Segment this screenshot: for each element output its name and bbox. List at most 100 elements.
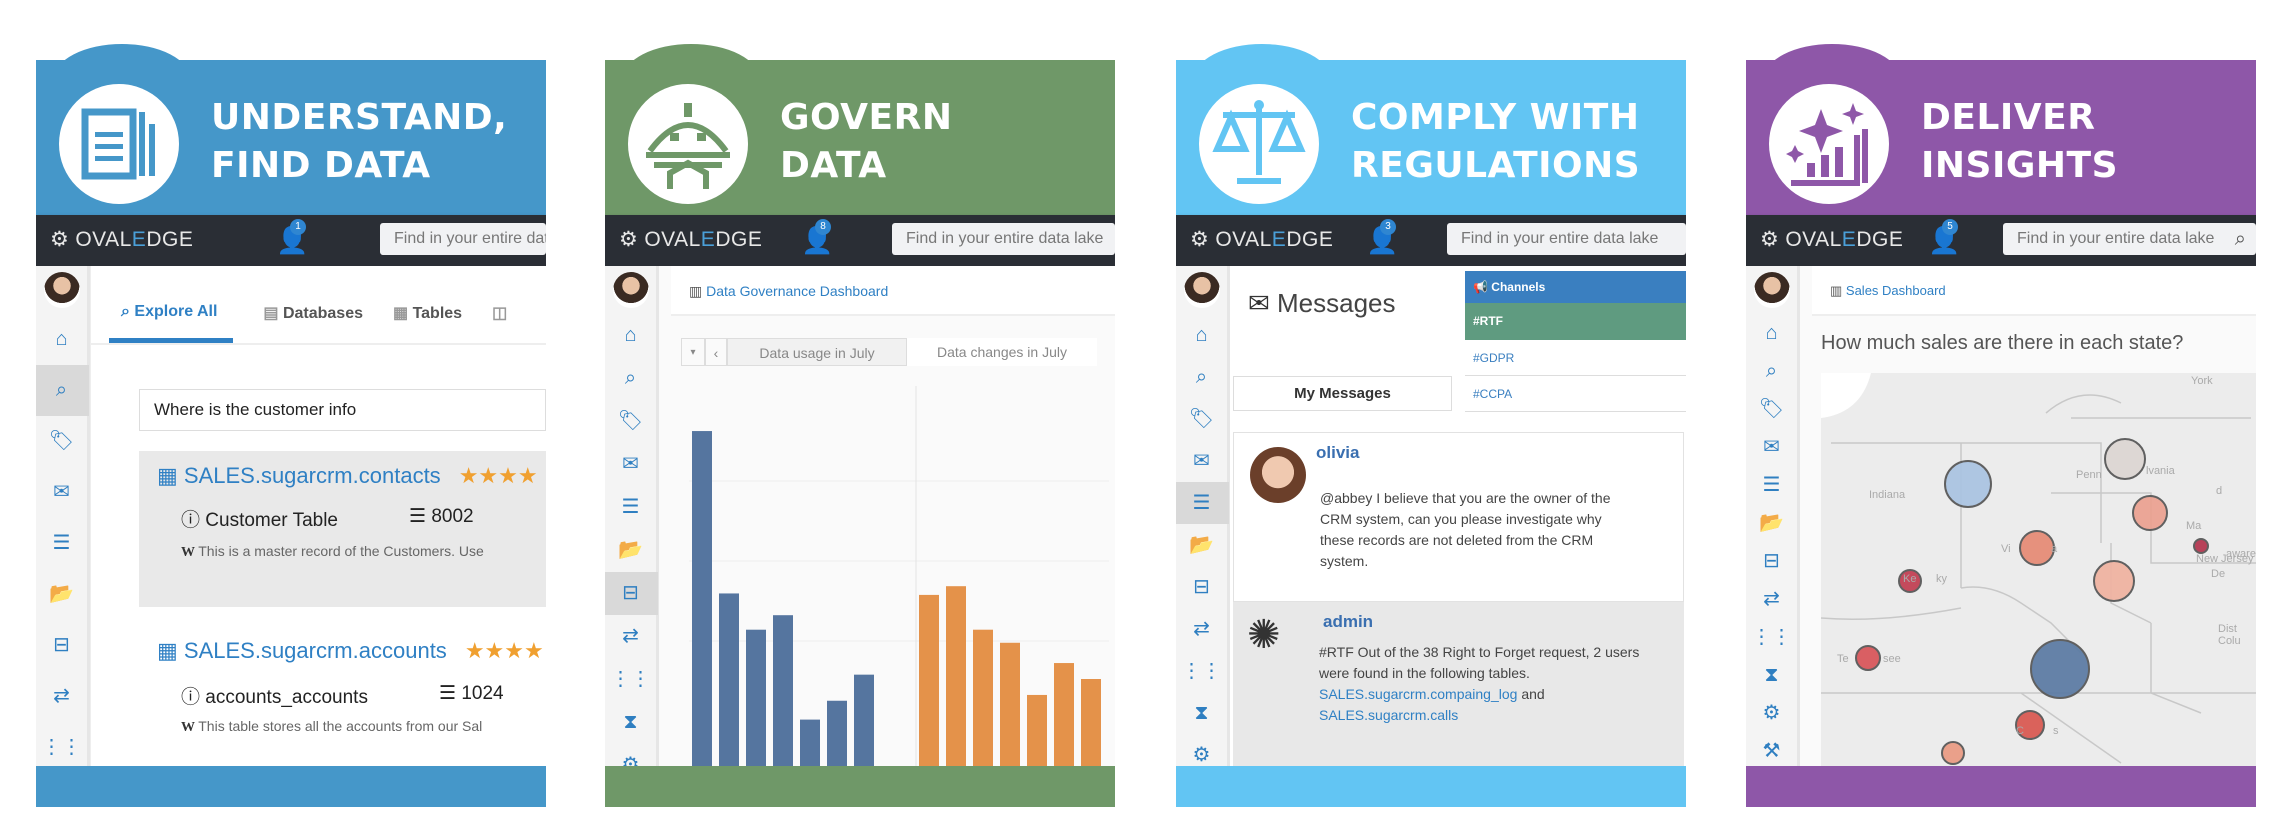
search-icon[interactable]: ⌕ (2235, 223, 2246, 255)
flow-icon[interactable]: ⋮⋮ (605, 658, 658, 701)
ovaledge-logo[interactable]: ⚙ OVALEDGE (1760, 227, 1903, 252)
sales-bubble[interactable] (2104, 438, 2146, 480)
avatar[interactable] (1183, 272, 1220, 308)
tag-icon[interactable]: 🏷 (605, 400, 658, 443)
tab-explore-all[interactable]: ⌕ Explore All (109, 303, 234, 343)
channel-ccpa[interactable]: #CCPA (1465, 376, 1686, 412)
tab-data-changes[interactable]: Data changes in July (907, 338, 1097, 366)
bar[interactable] (854, 674, 874, 766)
folder-icon[interactable]: 📂 (605, 529, 658, 572)
message-author[interactable]: olivia (1316, 443, 1359, 463)
flow-icon[interactable]: ⋮⋮ (1746, 618, 1799, 656)
list-icon[interactable]: ☰ (1746, 466, 1799, 504)
home-icon[interactable]: ⌂ (1176, 314, 1229, 356)
my-messages-button[interactable]: My Messages (1233, 376, 1452, 411)
result-title[interactable]: SALES.sugarcrm.contacts (184, 463, 441, 488)
folder-icon[interactable]: 📂 (36, 569, 89, 620)
tab-columns[interactable]: ◫ (492, 303, 507, 343)
envelope-icon[interactable]: ✉ (605, 443, 658, 486)
sales-bubble[interactable] (2093, 560, 2135, 602)
tab-tables[interactable]: ▦ Tables (393, 303, 462, 343)
message-author[interactable]: admin (1323, 612, 1373, 632)
bar[interactable] (692, 431, 712, 766)
table-link[interactable]: SALES.sugarcrm.compaing_log (1319, 686, 1517, 702)
list-icon[interactable]: ☰ (605, 486, 658, 529)
avatar[interactable] (43, 272, 80, 308)
screen-icon[interactable]: ⊟ (605, 572, 658, 615)
bar[interactable] (1081, 679, 1101, 766)
tab-databases[interactable]: ▤ Databases (263, 303, 363, 343)
screen-icon[interactable]: ⊟ (1176, 566, 1229, 608)
flow-icon[interactable]: ⋮⋮ (1176, 650, 1229, 692)
bar[interactable] (800, 719, 820, 766)
hourglass-icon[interactable]: ⧗ (1176, 692, 1229, 734)
sales-bubble[interactable] (1855, 645, 1881, 671)
screen-icon[interactable]: ⊟ (36, 620, 89, 671)
sales-bubble[interactable] (2132, 495, 2168, 531)
transfer-arrows-icon[interactable]: ⇄ (1176, 608, 1229, 650)
sales-bubble[interactable] (2030, 639, 2090, 699)
user-notifications-icon[interactable]: 👤 1 (276, 219, 308, 256)
page-title[interactable]: Sales Dashboard (1846, 283, 1946, 298)
transfer-arrows-icon[interactable]: ⇄ (1746, 580, 1799, 618)
tools-icon[interactable]: ⚒ (1746, 732, 1799, 770)
folder-icon[interactable]: 📂 (1746, 504, 1799, 542)
bar[interactable] (1027, 694, 1047, 766)
home-icon[interactable]: ⌂ (1746, 314, 1799, 352)
bar[interactable] (746, 629, 766, 766)
envelope-icon[interactable]: ✉ (1746, 428, 1799, 466)
user-notifications-icon[interactable]: 👤 5 (1928, 219, 1960, 256)
search-icon[interactable]: ⌕ (1746, 352, 1799, 390)
envelope-icon[interactable]: ✉ (1176, 440, 1229, 482)
search-icon[interactable]: ⌕ (36, 365, 89, 416)
list-icon[interactable]: ☰ (1176, 482, 1229, 524)
dropdown-icon[interactable]: ▾ (681, 338, 705, 366)
gears-icon[interactable]: ⚙ (1746, 694, 1799, 732)
user-notifications-icon[interactable]: 👤 8 (801, 219, 833, 256)
screen-icon[interactable]: ⊟ (1746, 542, 1799, 580)
home-icon[interactable]: ⌂ (36, 314, 89, 365)
bar[interactable] (946, 586, 966, 766)
sales-bubble[interactable] (2019, 530, 2055, 566)
ovaledge-logo[interactable]: ⚙ OVALEDGE (1190, 227, 1333, 252)
hourglass-icon[interactable]: ⧗ (1746, 656, 1799, 694)
result-card[interactable]: ▦ SALES.sugarcrm.contacts ★★★★ ⓘ Customer… (139, 451, 546, 607)
sales-map[interactable]: York Indiana Penn lvania Ma d New Jersey De awar… (1821, 373, 2256, 766)
tag-icon[interactable]: 🏷 (1746, 390, 1799, 428)
bar[interactable] (973, 629, 993, 766)
bar[interactable] (719, 593, 739, 766)
ovaledge-logo[interactable]: ⚙ OVALEDGE (50, 227, 193, 252)
tag-icon[interactable]: 🏷 (36, 416, 89, 467)
sales-bubble[interactable] (2193, 538, 2209, 554)
sales-bubble[interactable] (1944, 460, 1992, 508)
page-title[interactable]: Data Governance Dashboard (706, 283, 888, 299)
envelope-icon[interactable]: ✉ (36, 467, 89, 518)
transfer-arrows-icon[interactable]: ⇄ (605, 615, 658, 658)
avatar[interactable] (1753, 272, 1790, 308)
avatar[interactable] (612, 272, 649, 308)
bar[interactable] (1054, 663, 1074, 766)
prev-arrow-icon[interactable]: ‹ (705, 338, 727, 366)
transfer-arrows-icon[interactable]: ⇄ (36, 671, 89, 722)
list-icon[interactable]: ☰ (36, 518, 89, 569)
channel-rtf[interactable]: #RTF (1465, 303, 1686, 340)
search-input[interactable]: Find in your entire data lake (1447, 223, 1686, 255)
search-input[interactable]: Find in your entire data lake (892, 223, 1115, 255)
folder-icon[interactable]: 📂 (1176, 524, 1229, 566)
result-card[interactable]: ▦ SALES.sugarcrm.accounts ★★★★ ⓘ accounts… (139, 626, 546, 761)
search-icon[interactable]: ⌕ (1176, 356, 1229, 398)
channel-gdpr[interactable]: #GDPR (1465, 340, 1686, 376)
search-icon[interactable]: ⌕ (605, 357, 658, 400)
tab-data-usage[interactable]: Data usage in July (727, 338, 907, 366)
result-title[interactable]: SALES.sugarcrm.accounts (184, 638, 447, 663)
sales-bubble[interactable] (1941, 741, 1965, 765)
home-icon[interactable]: ⌂ (605, 314, 658, 357)
bar[interactable] (827, 700, 847, 766)
search-input[interactable]: Find in your entire data lake ⌕ (2003, 223, 2256, 255)
search-input[interactable]: Find in your entire data lake (380, 223, 546, 255)
bar[interactable] (773, 615, 793, 766)
table-link[interactable]: SALES.sugarcrm.calls (1319, 707, 1458, 723)
hourglass-icon[interactable]: ⧗ (605, 701, 658, 744)
bar[interactable] (1000, 642, 1020, 766)
ovaledge-logo[interactable]: ⚙ OVALEDGE (619, 227, 762, 252)
